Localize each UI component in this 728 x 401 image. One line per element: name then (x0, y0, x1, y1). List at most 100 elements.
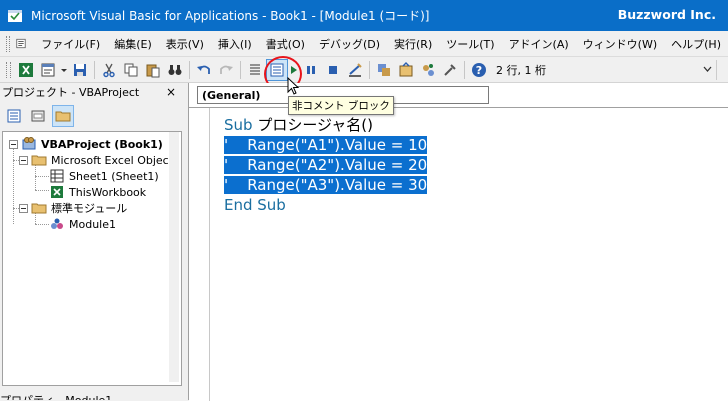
menu-help[interactable]: ヘルプ(H) (664, 36, 728, 52)
toolbar-separator (94, 60, 95, 79)
reset-button[interactable] (323, 60, 343, 80)
toolbar-separator (240, 60, 241, 79)
folder-icon (55, 111, 71, 122)
cut-icon (103, 63, 115, 77)
menu-addins[interactable]: アドイン(A) (502, 36, 576, 52)
vbaproject-icon (22, 137, 36, 150)
collapse-toggle[interactable] (19, 155, 28, 165)
view-object-icon (31, 110, 45, 122)
break-button[interactable] (301, 60, 321, 80)
margin-indicator-bar[interactable] (189, 108, 209, 401)
tree-item-excel-objects[interactable]: Microsoft Excel Objects (19, 152, 179, 168)
code-line[interactable]: Sub プロシージャ名() (224, 115, 373, 135)
project-explorer-button[interactable] (374, 60, 394, 80)
tree-item-modules[interactable]: 標準モジュール (19, 200, 127, 216)
folder-icon (31, 203, 47, 214)
menu-view[interactable]: 表示(V) (159, 36, 211, 52)
paste-icon (146, 64, 160, 77)
menu-bar: ファイル(F) 編集(E) 表示(V) 挿入(I) 書式(O) デバッグ(D) … (0, 31, 728, 57)
collapse-toggle[interactable] (19, 203, 28, 213)
menu-debug[interactable]: デバッグ(D) (312, 36, 387, 52)
tree-item-module1[interactable]: Module1 (49, 216, 116, 232)
close-icon[interactable]: × (166, 85, 176, 99)
redo-button[interactable] (216, 60, 236, 80)
project-pane-header: プロジェクト - VBAProject × (0, 83, 182, 101)
code-line[interactable]: End Sub (224, 195, 286, 215)
svg-text:?: ? (476, 64, 482, 77)
properties-pane-title: プロパティ - Module1 (0, 392, 182, 400)
copy-icon (124, 63, 138, 76)
binoculars-icon (168, 64, 182, 75)
menu-file[interactable]: ファイル(F) (34, 36, 107, 52)
view-object-button[interactable] (28, 106, 48, 126)
toolbar-tooltip: 非コメント ブロック (288, 96, 394, 115)
menu-run[interactable]: 実行(R) (387, 36, 439, 52)
module-doc-icon[interactable] (16, 37, 26, 50)
toolbar-separator (189, 60, 190, 79)
design-mode-icon (349, 62, 362, 77)
tree-item-thisworkbook[interactable]: ThisWorkbook (49, 184, 146, 200)
project-pane-toolbar (0, 102, 182, 130)
vba-app-icon (8, 9, 22, 22)
margin-divider (209, 108, 210, 401)
workbook-icon (51, 186, 63, 198)
toolbox-button[interactable] (440, 60, 460, 80)
object-browser-icon (423, 63, 434, 76)
project-tree-scrollbar[interactable] (169, 132, 179, 382)
tree-item-vbaproject[interactable]: VBAProject (Book1) (9, 136, 163, 152)
toolbar-options-icon[interactable] (703, 65, 712, 74)
toolbar-separator (464, 60, 465, 79)
toolbar-grip[interactable] (6, 61, 11, 78)
selected-code-text: ' Range("A1").Value = 10 (224, 136, 428, 154)
menu-format[interactable]: 書式(O) (259, 36, 312, 52)
save-icon (74, 63, 86, 76)
dropdown-arrow-icon[interactable] (60, 60, 68, 80)
menu-window[interactable]: ウィンドウ(W) (576, 36, 664, 52)
brand-label: Buzzword Inc. (617, 7, 716, 22)
redo-icon (220, 65, 233, 74)
view-code-button[interactable] (4, 106, 24, 126)
tree-label: 標準モジュール (51, 202, 128, 215)
selected-code-text: ' Range("A3").Value = 30 (224, 176, 428, 194)
code-text: プロシージャ名() (252, 116, 373, 134)
object-browser-button[interactable] (418, 60, 438, 80)
code-keyword: End Sub (224, 196, 286, 214)
help-button[interactable]: ? (469, 60, 489, 80)
undo-icon (197, 65, 210, 74)
copy-button[interactable] (121, 60, 141, 80)
toolbar-end (716, 60, 724, 80)
tree-item-sheet1[interactable]: Sheet1 (Sheet1) (49, 168, 159, 184)
worksheet-icon (50, 169, 64, 183)
collapse-toggle[interactable] (9, 139, 18, 149)
help-icon: ? (472, 62, 486, 77)
properties-window-button[interactable] (396, 60, 416, 80)
menu-tools[interactable]: ツール(T) (439, 36, 501, 52)
cursor-position-status: 2 行, 1 桁 (496, 63, 546, 77)
save-button[interactable] (70, 60, 90, 80)
tree-label: ThisWorkbook (69, 185, 147, 199)
standard-toolbar: ? 2 行, 1 桁 (0, 57, 728, 83)
paste-button[interactable] (143, 60, 163, 80)
code-line[interactable]: ' Range("A3").Value = 30 (224, 175, 428, 195)
toolbox-icon (444, 63, 456, 76)
undo-button[interactable] (194, 60, 214, 80)
cut-button[interactable] (99, 60, 119, 80)
project-pane-title: プロジェクト - VBAProject (2, 86, 140, 99)
code-line[interactable]: ' Range("A1").Value = 10 (224, 135, 428, 155)
menu-insert[interactable]: 挿入(I) (211, 36, 259, 52)
view-excel-button[interactable] (16, 60, 36, 80)
menu-edit[interactable]: 編集(E) (107, 36, 159, 52)
menubar-grip[interactable] (6, 35, 11, 52)
design-mode-button[interactable] (345, 60, 365, 80)
code-line[interactable]: ' Range("A2").Value = 20 (224, 155, 428, 175)
toggle-folders-button[interactable] (52, 105, 74, 127)
toolbar-separator (369, 60, 370, 79)
insert-module-button[interactable] (38, 60, 58, 80)
window-title: Microsoft Visual Basic for Applications … (31, 9, 430, 23)
stop-icon (329, 65, 337, 74)
title-bar: Microsoft Visual Basic for Applications … (0, 0, 728, 31)
comment-block-button[interactable] (245, 60, 265, 80)
find-button[interactable] (165, 60, 185, 80)
code-editor[interactable]: Sub プロシージャ名() ' Range("A1").Value = 10 '… (189, 107, 728, 401)
insert-module-icon (41, 63, 55, 76)
